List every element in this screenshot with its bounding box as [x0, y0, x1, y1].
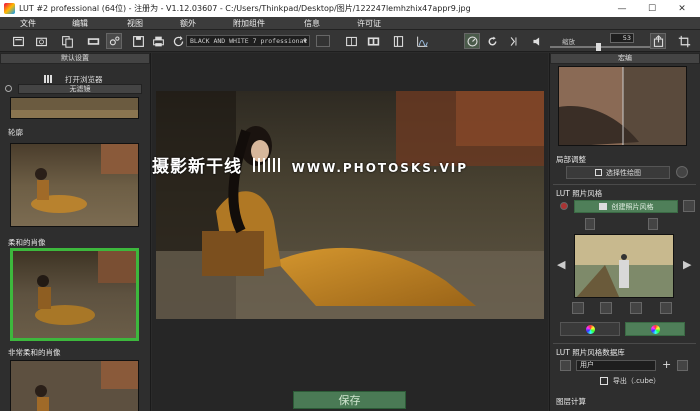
lut-db-title: LUT 照片风格数据库 [556, 348, 625, 357]
menu-view[interactable]: 视图 [127, 18, 143, 29]
grid-icon [44, 75, 53, 83]
style-tool-icon-3[interactable] [630, 302, 642, 314]
app-logo-icon [4, 3, 15, 14]
add-icon[interactable]: + [662, 358, 671, 371]
db-grid-icon[interactable] [560, 360, 571, 371]
thumbnail-very-soft-portrait[interactable] [10, 360, 139, 411]
export-cube-icon [599, 376, 608, 385]
color-balance-button[interactable] [625, 322, 685, 336]
style-preview-thumbnail[interactable] [574, 234, 674, 298]
preset-dropdown-value: BLACK AND WHITE 7 professional [190, 37, 308, 45]
minimize-button[interactable]: — [608, 0, 636, 17]
filter-dropdown[interactable]: 无滤镜 [18, 84, 142, 94]
watermark-logo-icon [252, 158, 281, 172]
select-map-button[interactable]: 选择性绘图 [566, 166, 670, 179]
menu-addons[interactable]: 附加组件 [233, 18, 265, 29]
create-style-button[interactable]: 创建照片风格 [574, 200, 678, 213]
local-adjust-label: 局部调整 [556, 155, 586, 164]
watermark-cn: 摄影新干线 [152, 157, 242, 177]
filter-pin-icon[interactable] [5, 85, 12, 92]
style-tool-icon-2[interactable] [600, 302, 612, 314]
save-file-icon[interactable] [648, 218, 658, 230]
zoom-value-field[interactable]: 53 [610, 33, 634, 43]
color-wheel-button[interactable] [560, 322, 620, 336]
nav-next-button[interactable]: ▶ [683, 258, 691, 271]
print-icon[interactable] [150, 33, 166, 49]
thumbnail-soft-portrait[interactable] [10, 248, 139, 341]
thumbnail-partial[interactable] [10, 97, 139, 119]
zoom-slider-handle[interactable] [596, 43, 601, 51]
user-dropdown[interactable]: 用户 [576, 360, 656, 371]
close-button[interactable]: ✕ [668, 0, 696, 17]
local-adjust-target-icon[interactable] [676, 166, 688, 178]
db-menu-icon[interactable] [677, 360, 688, 371]
step-forward-icon[interactable] [505, 33, 521, 49]
zoom-control: 缩放 53 [550, 32, 650, 51]
volume-icon[interactable] [529, 33, 545, 49]
rotate-icon[interactable] [484, 33, 500, 49]
crop-icon[interactable] [676, 33, 692, 49]
divider [553, 343, 696, 344]
camera-icon[interactable] [33, 33, 49, 49]
create-style-label: 创建照片风格 [611, 202, 654, 211]
save-button[interactable]: 保存 [293, 391, 406, 409]
brush-icon [595, 169, 602, 176]
raw-icon[interactable] [85, 33, 101, 49]
new-file-icon[interactable] [585, 218, 595, 230]
watermark: 摄影新干线 WWW.PHOTOSKS.VIP [152, 152, 468, 177]
style-tool-icon-1[interactable] [572, 302, 584, 314]
user-dropdown-value: 用户 [580, 361, 594, 369]
color-balance-icon [650, 324, 660, 334]
color-wheel-icon [585, 324, 595, 334]
lut-style-pin-icon[interactable] [560, 202, 568, 210]
window-title: LUT #2 professional (64位) - 注册为 - V1.12.… [19, 4, 471, 13]
thumbnail-contour[interactable] [10, 143, 139, 227]
watermark-url: WWW.PHOTOSKS.VIP [291, 161, 468, 175]
export-cube-label: 导出（.cube） [612, 376, 661, 385]
maximize-button[interactable]: ☐ [638, 0, 666, 17]
layer-calc-label: 图层计算 [556, 397, 586, 406]
speed-icon[interactable] [464, 33, 480, 49]
refresh-icon[interactable] [170, 33, 186, 49]
nav-prev-button[interactable]: ◀ [557, 258, 565, 271]
menu-edit[interactable]: 编辑 [72, 18, 88, 29]
right-panel-header: 宏编 [550, 53, 700, 64]
select-map-label: 选择性绘图 [606, 168, 641, 177]
compare-icon[interactable] [343, 33, 359, 49]
save-icon[interactable] [130, 33, 146, 49]
create-style-icon [598, 203, 607, 210]
split-vertical-icon[interactable] [390, 33, 406, 49]
main-photo[interactable] [156, 91, 544, 319]
menu-bar: 文件 编辑 视图 额外 附加组件 信息 许可证 [0, 17, 700, 30]
export-cube-button[interactable]: 导出（.cube） [590, 374, 670, 387]
lut-style-title: LUT 照片风格 [556, 189, 603, 198]
thumbnail-label-2: 非常柔和的肖像 [8, 348, 61, 357]
chevron-down-icon: ▼ [303, 37, 307, 45]
divider [553, 184, 696, 185]
open-browser-label: 打开浏览器 [65, 74, 103, 84]
export-icon[interactable] [650, 33, 666, 49]
menu-license[interactable]: 许可证 [357, 18, 381, 29]
histogram-icon[interactable] [414, 33, 430, 49]
thumbnail-label-0: 轮廓 [8, 128, 23, 137]
style-tool-icon-4[interactable] [660, 302, 672, 314]
menu-info[interactable]: 信息 [304, 18, 320, 29]
preset-pin-icon[interactable] [316, 35, 330, 47]
preset-dropdown[interactable]: BLACK AND WHITE 7 professional ▼ [186, 35, 310, 47]
thumbnail-label-1: 柔和的肖像 [8, 238, 46, 247]
title-bar: LUT #2 professional (64位) - 注册为 - V1.12.… [0, 0, 700, 17]
settings-icon[interactable] [106, 33, 122, 49]
open-icon[interactable] [10, 33, 26, 49]
menu-extra[interactable]: 额外 [180, 18, 196, 29]
filter-dropdown-value: 无滤镜 [69, 85, 91, 93]
preview-thumbnail[interactable] [558, 66, 687, 146]
split-view-icon[interactable] [365, 33, 381, 49]
lut-style-menu-icon[interactable] [683, 200, 695, 212]
copy-icon[interactable] [59, 33, 75, 49]
menu-file[interactable]: 文件 [20, 18, 36, 29]
zoom-label: 缩放 [562, 38, 575, 46]
left-panel-header: 默认设置 [0, 53, 150, 64]
